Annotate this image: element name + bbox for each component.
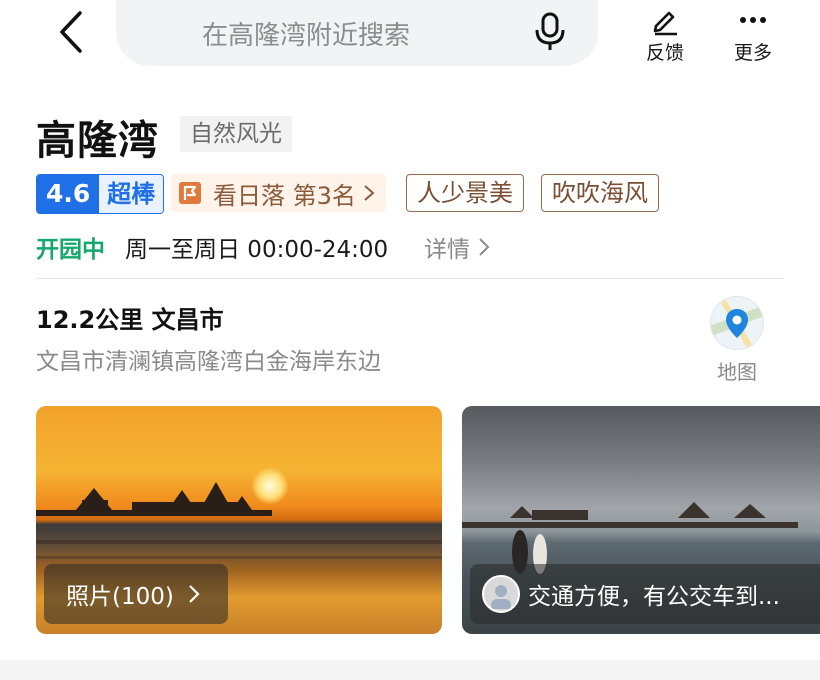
review-photo-card[interactable]: 交通方便，有公交车到... [462,406,820,634]
hours-detail-link[interactable]: 详情 [424,230,492,264]
place-title: 高隆湾 [36,118,159,164]
rank-flag-icon [179,182,201,204]
ranking-badge[interactable]: 看日落 第3名 [171,174,386,212]
rating-word: 超棒 [99,175,164,213]
photo-count-label: 照片(100) [66,584,174,610]
more-button[interactable]: 更多 [718,4,788,68]
map-pin-icon [711,297,763,349]
chevron-right-icon [189,585,200,603]
more-label: 更多 [733,42,772,64]
review-snippet: 交通方便，有公交车到... [528,584,780,610]
detail-label: 详情 [424,237,470,263]
feature-tag: 人少景美 [406,174,524,212]
divider [36,278,784,279]
map-label: 地图 [717,360,757,384]
map-button[interactable]: 地图 [706,296,768,385]
search-placeholder: 在高隆湾附近搜索 [202,21,411,51]
rating-score: 4.6 [37,175,100,213]
edit-pencil-icon [653,11,677,36]
chevron-left-icon [60,11,82,53]
opening-hours: 周一至周日 00:00-24:00 [125,237,389,263]
feature-tag: 吹吹海风 [541,174,659,212]
feedback-label: 反馈 [645,42,684,64]
rank-label: 看日落 第3名 [213,181,356,210]
feedback-button[interactable]: 反馈 [630,4,700,68]
open-status: 开园中 [36,237,105,263]
review-snippet-button[interactable]: 交通方便，有公交车到... [470,564,820,624]
address-text[interactable]: 文昌市清澜镇高隆湾白金海岸东边 [36,342,381,376]
chevron-right-icon [364,185,375,201]
photo-count-button[interactable]: 照片(100) [44,564,228,624]
voice-search-button[interactable] [528,10,572,54]
rating-badge[interactable]: 4.6 超棒 [36,174,165,214]
bottom-separator [0,660,820,680]
distance-city: 12.2公里 文昌市 [36,306,224,334]
microphone-icon [535,12,565,50]
search-bar[interactable]: 在高隆湾附近搜索 [116,0,598,66]
avatar [482,575,520,613]
chevron-right-icon [479,238,490,256]
photo-card[interactable]: 照片(100) [36,406,442,634]
user-avatar-icon [491,585,511,609]
back-button[interactable] [48,6,94,58]
category-tag: 自然风光 [180,116,292,152]
more-dots-icon [740,17,766,23]
